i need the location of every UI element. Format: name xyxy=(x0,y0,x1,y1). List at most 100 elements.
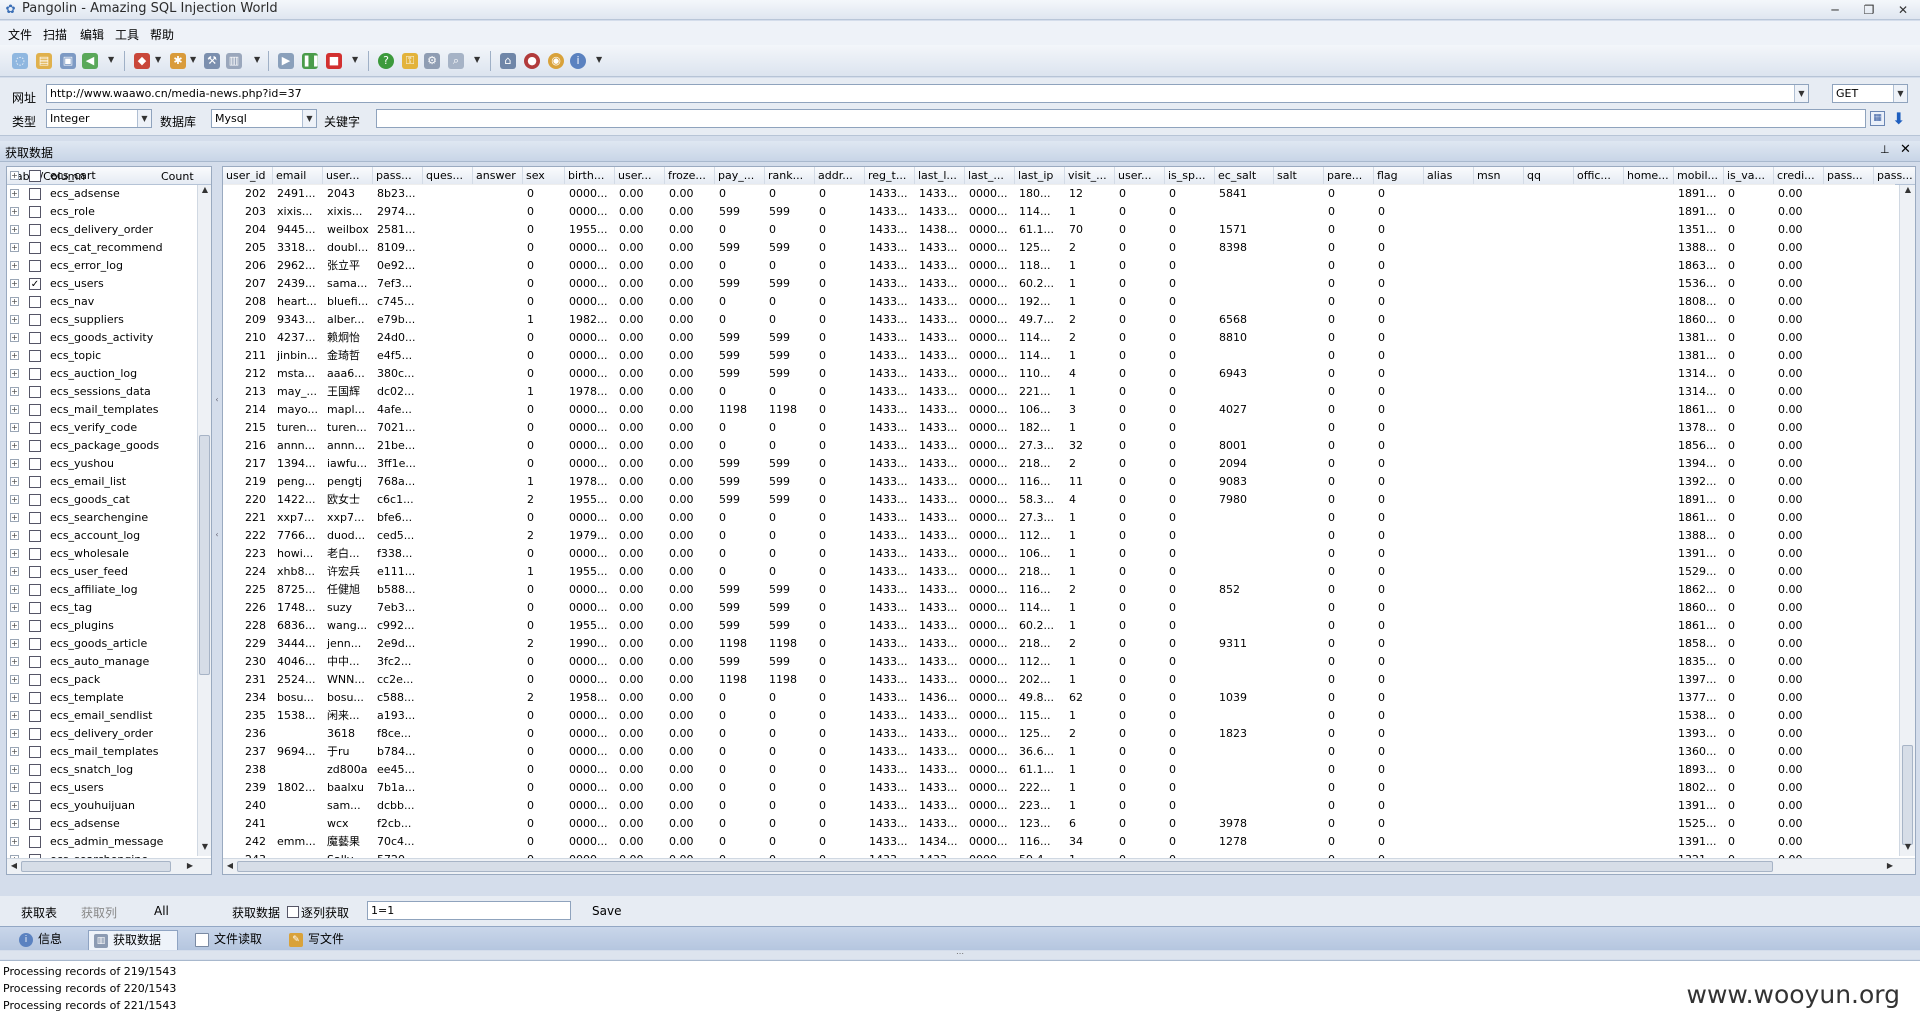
tree-item[interactable]: + ecs_goods_activity xyxy=(7,329,197,347)
url-input[interactable]: http://www.waawo.cn/media-news.php?id=37… xyxy=(46,84,1809,103)
table-row[interactable]: 231 2524... WNN... cc2e... 0 0000... 0.00 0.00 1… xyxy=(223,671,1895,689)
tree-item[interactable]: + ecs_role xyxy=(7,203,197,221)
table-checkbox[interactable] xyxy=(29,404,41,416)
get-columns-button[interactable]: 获取列 xyxy=(81,904,117,921)
vertical-splitter[interactable]: ‹ ‹ xyxy=(214,395,220,695)
table-checkbox[interactable] xyxy=(29,782,41,794)
get-tables-button[interactable]: 获取表 xyxy=(21,904,57,921)
table-row[interactable]: 230 4046... 中中... 3fc2... 0 0000... 0.00 0.00 59… xyxy=(223,653,1895,671)
expand-icon[interactable]: + xyxy=(10,297,19,306)
table-row[interactable]: 222 7766... duod... ced5... 2 1979... 0.00 0.00… xyxy=(223,527,1895,545)
table-checkbox[interactable] xyxy=(29,296,41,308)
tree-hscroll-thumb[interactable] xyxy=(21,861,171,872)
tree-item[interactable]: +ecs_searchengine xyxy=(7,509,197,527)
table-checkbox[interactable] xyxy=(29,656,41,668)
table-row[interactable]: 236 3618 f8ce... 0 0000... 0.00 0.00 0 0 0 1433...… xyxy=(223,725,1895,743)
db-dropdown-icon[interactable]: ▼ xyxy=(302,110,316,127)
scroll-down-icon[interactable]: ▼ xyxy=(198,842,211,851)
all-button[interactable]: All xyxy=(154,904,169,918)
table-checkbox[interactable] xyxy=(29,476,41,488)
table-checkbox[interactable] xyxy=(29,710,41,722)
table-checkbox[interactable] xyxy=(29,206,41,218)
expand-icon[interactable]: + xyxy=(10,459,19,468)
key-icon[interactable]: ⚿ xyxy=(402,53,418,69)
expand-icon[interactable]: + xyxy=(10,621,19,630)
tree-item[interactable]: + ecs_tag xyxy=(7,599,197,617)
table-row[interactable]: 216 annn... annn... 21be... 0 0000... 0.00 0.00… xyxy=(223,437,1895,455)
table-checkbox[interactable] xyxy=(29,692,41,704)
tab-get-data[interactable]: ▥ 获取数据 xyxy=(88,930,178,950)
expand-icon[interactable]: + xyxy=(10,657,19,666)
tree-item[interactable]: + ecs_affiliate_log xyxy=(7,581,197,599)
tree-item[interactable]: + ecs_cart xyxy=(7,167,197,185)
table-checkbox[interactable]: ✓ xyxy=(29,278,41,290)
help-icon[interactable]: ? xyxy=(378,53,394,69)
scan-icon[interactable]: ◆ xyxy=(134,53,150,69)
expand-icon[interactable]: + xyxy=(10,423,19,432)
tree-item[interactable]: + ecs_nav xyxy=(7,293,197,311)
expand-icon[interactable]: + xyxy=(10,369,19,378)
table-checkbox[interactable] xyxy=(29,584,41,596)
settings-icon[interactable]: ⚙ xyxy=(424,53,440,69)
pin-icon[interactable]: ⊥ xyxy=(1880,143,1890,156)
tree-item[interactable]: + ecs_snatch_log xyxy=(7,761,197,779)
expand-icon[interactable]: + xyxy=(10,315,19,324)
table-row[interactable]: 240 sam... dcbb... 0 0000... 0.00 0.00 0 0 0 1433.… xyxy=(223,797,1895,815)
tree-item[interactable]: + ecs_verify_code xyxy=(7,419,197,437)
stop-icon[interactable]: ■ xyxy=(326,53,342,69)
tree-item[interactable]: + ecs_mail_templates xyxy=(7,743,197,761)
tamper-icon[interactable]: ✱ xyxy=(170,53,186,69)
table-row[interactable]: 225 8725... 任健旭 b588... 0 0000... 0.00 0.00 599 5… xyxy=(223,581,1895,599)
tree-horizontal-scrollbar[interactable]: ◀ ▶ xyxy=(7,858,211,874)
table-checkbox[interactable] xyxy=(29,638,41,650)
table-checkbox[interactable] xyxy=(29,530,41,542)
search-icon[interactable]: ⌕ xyxy=(448,53,464,69)
tree-item[interactable]: + ✓ ecs_users xyxy=(7,275,197,293)
tree-item[interactable]: + ecs_adsense xyxy=(7,185,197,203)
expand-icon[interactable]: + xyxy=(10,531,19,540)
expand-icon[interactable]: + xyxy=(10,387,19,396)
home-icon[interactable]: ⌂ xyxy=(500,53,516,69)
expand-icon[interactable]: + xyxy=(10,405,19,414)
table-row[interactable]: 228 6836... wang... c992... 0 1955... 0.00 0.00… xyxy=(223,617,1895,635)
expand-icon[interactable]: + xyxy=(10,639,19,648)
grid-scroll-left-icon[interactable]: ◀ xyxy=(223,861,237,870)
table-row[interactable]: 224 xhb8... 许宏兵 e111... 1 1955... 0.00 0.00 0 0 0 1… xyxy=(223,563,1895,581)
table-checkbox[interactable] xyxy=(29,674,41,686)
play-icon[interactable]: ▶ xyxy=(278,53,294,69)
table-row[interactable]: 203 xixis... xixis... 2974... 0 0000... 0.00 0.… xyxy=(223,203,1895,221)
close-button[interactable]: ✕ xyxy=(1892,2,1914,18)
tree-item[interactable]: + ecs_error_log xyxy=(7,257,197,275)
tab-write-file[interactable]: ✎ 写文件 xyxy=(284,930,364,950)
menu-file[interactable]: 文件 xyxy=(8,26,32,43)
tab-file-read[interactable]: 文件读取 xyxy=(190,930,280,950)
table-row[interactable]: 205 3318... doubl... 8109... 0 0000... 0.00 0.0… xyxy=(223,239,1895,257)
calendar-icon[interactable]: ▦ xyxy=(1870,111,1885,126)
expand-icon[interactable]: + xyxy=(10,693,19,702)
table-checkbox[interactable] xyxy=(29,422,41,434)
tree-item[interactable]: + ecs_adsense xyxy=(7,815,197,833)
table-row[interactable]: 207 2439... sama... 7ef3... 0 0000... 0.00 0.00… xyxy=(223,275,1895,293)
table-row[interactable]: 215 turen... turen... 7021... 0 0000... 0.00 0.… xyxy=(223,419,1895,437)
url-dropdown-icon[interactable]: ▼ xyxy=(1794,85,1808,102)
expand-icon[interactable]: + xyxy=(10,765,19,774)
new-icon[interactable]: ◌ xyxy=(12,53,28,69)
method-dropdown-icon[interactable]: ▼ xyxy=(1893,85,1907,102)
expand-icon[interactable]: + xyxy=(10,513,19,522)
stop-dropdown-icon[interactable]: ▼ xyxy=(352,55,359,64)
table-row[interactable]: 237 9694... 于ru b784... 0 0000... 0.00 0.00 0 0 0 1… xyxy=(223,743,1895,761)
tree-item[interactable]: + ecs_youhuijuan xyxy=(7,797,197,815)
table-row[interactable]: 223 howi... 老白... f338... 0 0000... 0.00 0.00 0 0… xyxy=(223,545,1895,563)
grid-scroll-down-icon[interactable]: ▼ xyxy=(1901,842,1915,851)
table-row[interactable]: 212 msta... aaa6... 380c... 0 0000... 0.00 0.00… xyxy=(223,365,1895,383)
tree-scroll-thumb[interactable] xyxy=(199,435,210,675)
table-row[interactable]: 241 wcx f2cb... 0 0000... 0.00 0.00 0 0 0 1433... 1… xyxy=(223,815,1895,833)
grid-scroll-right-icon[interactable]: ▶ xyxy=(1883,861,1897,870)
table-checkbox[interactable] xyxy=(29,764,41,776)
tree-item[interactable]: + ecs_goods_cat xyxy=(7,491,197,509)
db-dropdown-icon[interactable]: ▼ xyxy=(254,55,261,64)
tree-item[interactable]: + ecs_pack xyxy=(7,671,197,689)
table-checkbox[interactable] xyxy=(29,728,41,740)
get-data-button[interactable]: 获取数据 xyxy=(232,904,280,921)
table-checkbox[interactable] xyxy=(29,494,41,506)
